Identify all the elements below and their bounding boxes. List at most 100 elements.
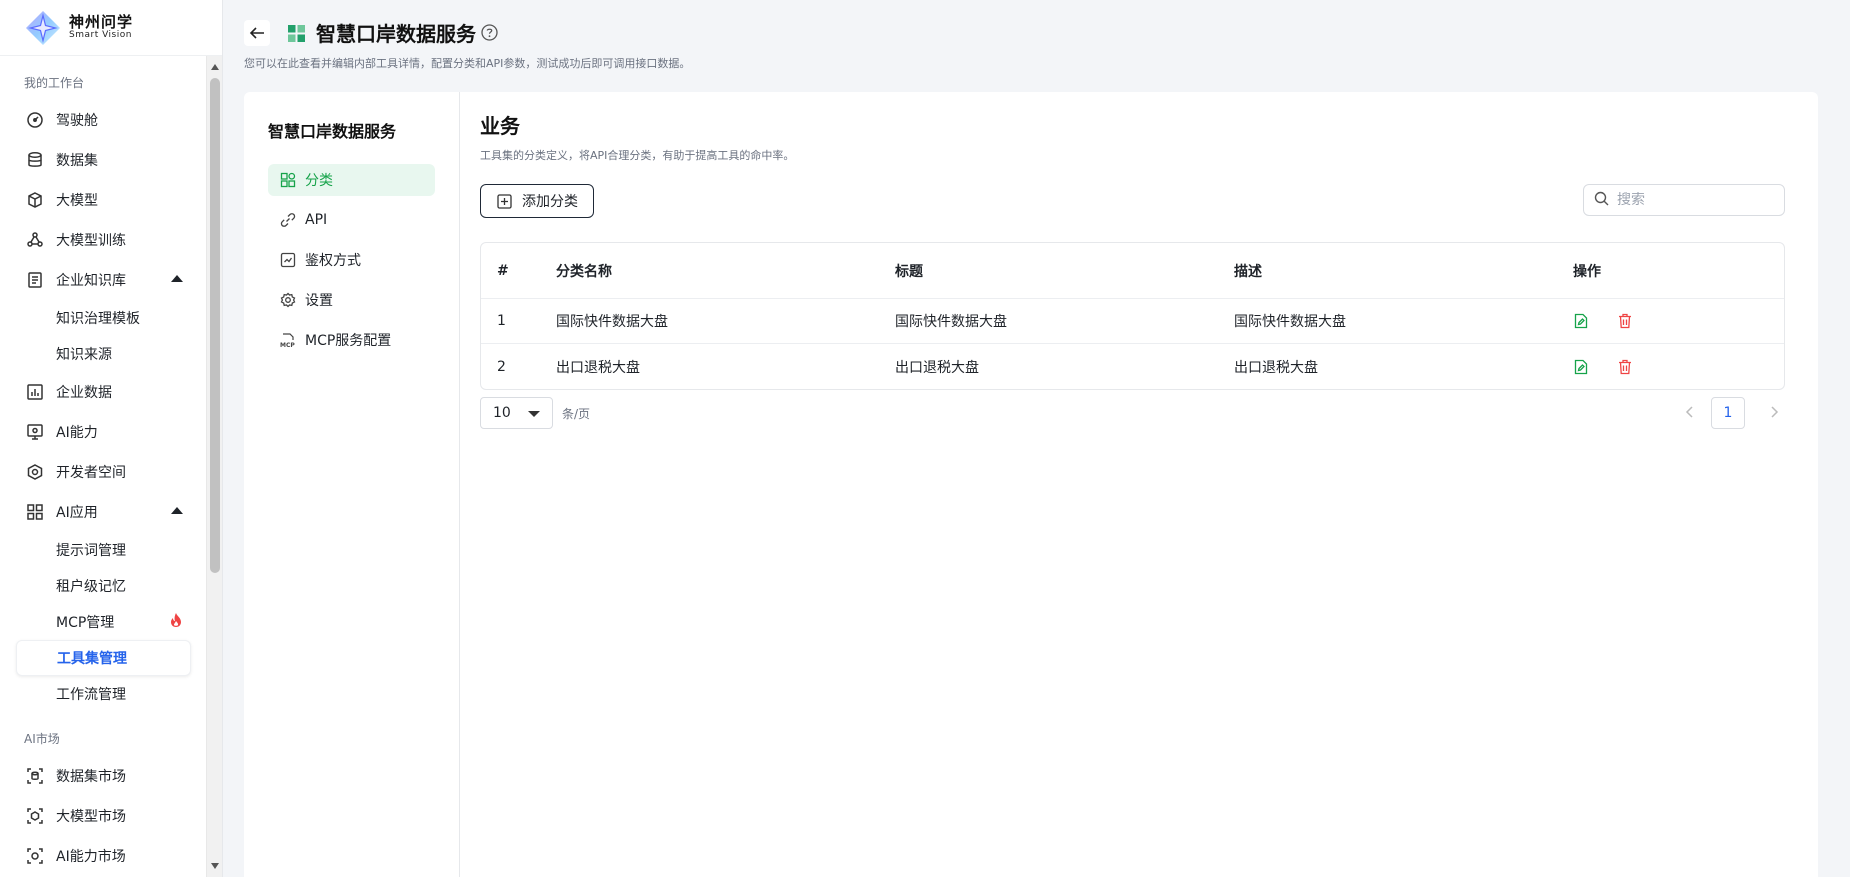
sidebar-item-knowledge[interactable]: 企业知识库: [0, 260, 207, 300]
knowledge-icon: [26, 271, 44, 289]
tool-nav: 智慧口岸数据服务 分类 API 鉴权方式 设置 MCP MCP服务配置: [244, 92, 460, 877]
page-title: 智慧口岸数据服务: [316, 22, 476, 46]
header-category-name: 分类名称: [556, 263, 612, 280]
group-label-ai-market: AI市场: [24, 732, 60, 746]
header-actions: 操作: [1573, 263, 1601, 280]
add-category-button[interactable]: 添加分类: [480, 184, 594, 218]
sidebar-item-developer[interactable]: 开发者空间: [0, 452, 207, 492]
sidebar-subitem-memory[interactable]: 租户级记忆: [16, 568, 191, 604]
chevron-left-icon[interactable]: [1685, 405, 1695, 423]
cell-title: 国际快件数据大盘: [895, 314, 1007, 330]
page-number-current[interactable]: 1: [1711, 397, 1745, 429]
add-category-label: 添加分类: [522, 194, 578, 210]
table-header-row: # 分类名称 标题 描述 操作: [481, 243, 1784, 299]
arrow-left-icon: [249, 27, 264, 39]
header-index: #: [497, 262, 509, 279]
trash-icon[interactable]: [1617, 359, 1633, 375]
sidebar-item-label: 数据集市场: [56, 769, 126, 785]
collapse-caret-icon[interactable]: [171, 507, 183, 514]
category-icon: [280, 172, 296, 188]
logo-diamond-icon: [24, 9, 62, 47]
cell-category-name: 国际快件数据大盘: [556, 314, 668, 330]
group-label-workbench: 我的工作台: [24, 76, 85, 90]
sidebar-item-ai-market[interactable]: AI能力市场: [0, 836, 207, 876]
table-row[interactable]: 2 出口退税大盘 出口退税大盘 出口退税大盘: [481, 344, 1784, 389]
tool-nav-settings[interactable]: 设置: [268, 284, 435, 316]
tool-nav-api[interactable]: API: [268, 204, 435, 236]
sidebar-item-label: 大模型训练: [56, 233, 126, 249]
help-circle-icon[interactable]: [481, 24, 498, 41]
sidebar-scrollbar[interactable]: [206, 56, 222, 877]
trash-icon[interactable]: [1617, 313, 1633, 329]
category-content: 业务 工具集的分类定义，将API合理分类，有助于提高工具的命中率。 添加分类 #…: [480, 92, 1818, 877]
sidebar-item-label: 数据集: [56, 153, 98, 169]
sidebar-item-enterprise-data[interactable]: 企业数据: [0, 372, 207, 412]
gear-icon: [280, 292, 296, 308]
sidebar-subitem-knowledge-source[interactable]: 知识来源: [16, 336, 191, 372]
sidebar-item-label: AI能力: [56, 425, 98, 441]
cell-title: 出口退税大盘: [895, 359, 979, 376]
sidebar-item-cockpit[interactable]: 驾驶舱: [0, 100, 207, 140]
search-box[interactable]: [1583, 184, 1785, 216]
sidebar-item-label: 企业知识库: [56, 273, 126, 289]
ai-market-icon: [26, 847, 44, 865]
sidebar-item-llm[interactable]: 大模型: [0, 180, 207, 220]
ai-monitor-icon: [26, 423, 44, 441]
sidebar-item-label: 企业数据: [56, 385, 112, 401]
collapse-caret-icon[interactable]: [171, 275, 183, 282]
sidebar-item-dataset[interactable]: 数据集: [0, 140, 207, 180]
search-input[interactable]: [1617, 192, 1767, 208]
tool-nav-category[interactable]: 分类: [268, 164, 435, 196]
sidebar-subitem-knowledge-template[interactable]: 知识治理模板: [16, 300, 191, 336]
bar-chart-icon: [26, 383, 44, 401]
tool-nav-mcp[interactable]: MCP MCP服务配置: [268, 324, 435, 356]
edit-icon[interactable]: [1573, 359, 1589, 375]
header-title: 标题: [895, 263, 923, 280]
cell-actions: [1573, 313, 1784, 329]
tool-nav-label: MCP服务配置: [305, 333, 392, 349]
brand-name-cn: 神州问学: [69, 13, 134, 32]
page-size-select[interactable]: 10: [480, 397, 553, 429]
back-button[interactable]: [244, 20, 270, 46]
tool-nav-label: 鉴权方式: [305, 253, 361, 269]
sidebar-item-llm-training[interactable]: 大模型训练: [0, 220, 207, 260]
tool-nav-auth[interactable]: 鉴权方式: [268, 244, 435, 276]
brand-logo[interactable]: 神州问学 Smart Vision: [0, 0, 222, 56]
toolset-grid-icon: [288, 25, 305, 42]
scroll-up-arrow-icon[interactable]: [211, 64, 219, 70]
page-size-value: 10: [493, 405, 511, 421]
sidebar-nav: 我的工作台 驾驶舱 数据集 大模型 大模型训练 企业知识库 知识治理模板 知识来…: [0, 56, 207, 877]
sidebar-item-ai-capability[interactable]: AI能力: [0, 412, 207, 452]
edit-icon[interactable]: [1573, 313, 1589, 329]
dropdown-caret-icon: [528, 411, 540, 417]
sidebar-subitem-toolset[interactable]: 工具集管理: [16, 640, 191, 676]
sidebar-subitem-mcp[interactable]: MCP管理: [16, 604, 191, 640]
sidebar-subitem-prompt[interactable]: 提示词管理: [16, 532, 191, 568]
table-row[interactable]: 1 国际快件数据大盘 国际快件数据大盘 国际快件数据大盘: [481, 299, 1784, 344]
sidebar-item-label: AI应用: [56, 505, 98, 521]
sidebar-subitem-workflow[interactable]: 工作流管理: [16, 676, 191, 712]
search-icon: [1594, 191, 1609, 210]
sidebar-item-label: AI能力市场: [56, 849, 126, 865]
section-description: 工具集的分类定义，将API合理分类，有助于提高工具的命中率。: [480, 149, 795, 162]
main-panel: 智慧口岸数据服务 分类 API 鉴权方式 设置 MCP MCP服务配置 业务 工…: [244, 92, 1818, 877]
scroll-down-arrow-icon[interactable]: [211, 863, 219, 869]
brand-name-en: Smart Vision: [69, 29, 132, 40]
svg-text:MCP: MCP: [280, 342, 295, 348]
tool-nav-label: 设置: [305, 293, 333, 309]
sidebar-subitem-label: MCP管理: [56, 615, 115, 631]
training-icon: [26, 231, 44, 249]
scroll-thumb[interactable]: [210, 78, 220, 573]
sidebar-item-ai-apps[interactable]: AI应用: [0, 492, 207, 532]
sidebar-item-llm-market[interactable]: 大模型市场: [0, 796, 207, 836]
cell-description: 出口退税大盘: [1234, 359, 1318, 376]
sidebar-item-dataset-market[interactable]: 数据集市场: [0, 756, 207, 796]
cell-index: 1: [497, 313, 506, 329]
tool-name: 智慧口岸数据服务: [268, 122, 397, 141]
sidebar-item-label: 驾驶舱: [56, 113, 98, 129]
page-subtitle: 您可以在此查看并编辑内部工具详情，配置分类和API参数，测试成功后即可调用接口数…: [244, 57, 691, 70]
chevron-right-icon[interactable]: [1769, 405, 1779, 423]
tool-nav-label: API: [305, 212, 328, 228]
sidebar-item-label: 开发者空间: [56, 465, 126, 481]
apps-grid-icon: [26, 503, 44, 521]
